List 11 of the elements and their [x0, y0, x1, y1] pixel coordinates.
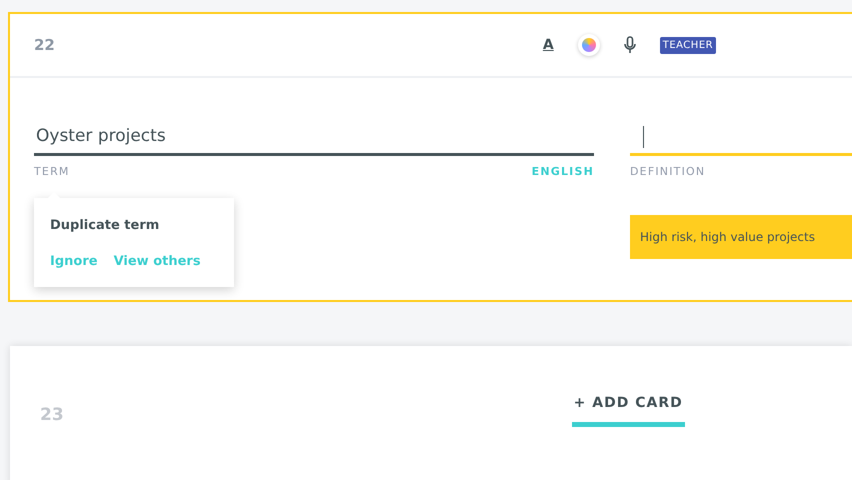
card-number: 22 [34, 34, 55, 56]
microphone-icon[interactable] [624, 36, 636, 54]
popover-title: Duplicate term [50, 217, 160, 235]
format-button[interactable]: A [542, 34, 554, 56]
term-label: TERM [34, 164, 70, 180]
definition-label: DEFINITION [630, 164, 706, 180]
teacher-badge: TEACHER [660, 36, 716, 54]
add-card-button[interactable]: + ADD CARD [572, 393, 685, 427]
suggestion-button[interactable]: High risk, high value projects [630, 214, 852, 258]
card-number: 23 [40, 404, 64, 428]
color-wheel-icon[interactable] [578, 34, 600, 56]
